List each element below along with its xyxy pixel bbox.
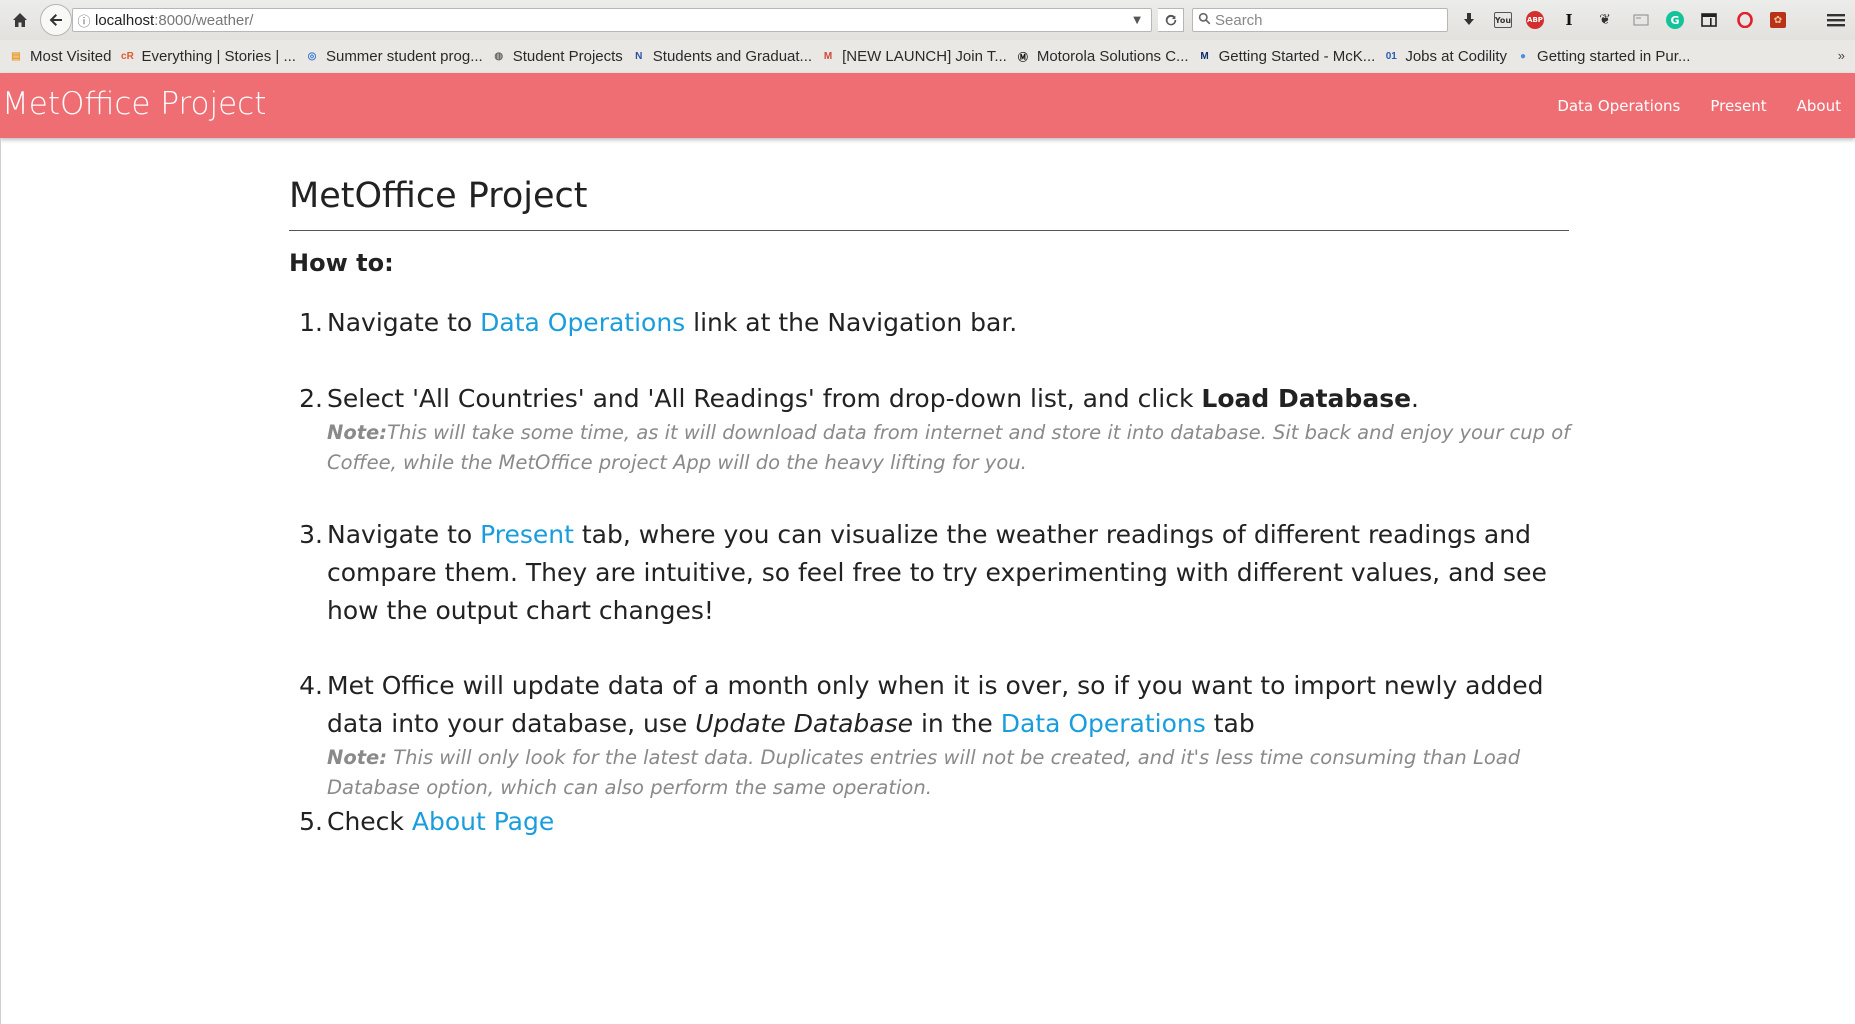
step-text: Select 'All Countries' and 'All Readings… [327, 384, 1202, 413]
data-operations-tab-link[interactable]: Data Operations [1001, 709, 1206, 738]
bookmark-item[interactable]: M Getting Started - McK... [1197, 48, 1376, 65]
bookmark-label: Summer student prog... [325, 48, 483, 65]
bookmark-item[interactable]: ◍ Student Projects [491, 48, 623, 65]
opera-icon[interactable] [1734, 9, 1756, 31]
note-label: Note: [327, 421, 388, 444]
step-text: . [1411, 384, 1419, 413]
ubuntu-extension-icon[interactable]: ✿ [1770, 12, 1786, 28]
step-number: 1. [299, 308, 323, 337]
nav-about[interactable]: About [1797, 97, 1841, 115]
step-item: 2. Select 'All Countries' and 'All Readi… [299, 380, 1577, 478]
data-operations-link[interactable]: Data Operations [480, 308, 685, 337]
step-number: 5. [299, 807, 323, 836]
app-navbar: MetOffice Project Data Operations Presen… [0, 73, 1855, 138]
howto-heading: How to: [289, 249, 394, 277]
bookmark-item[interactable]: 01 Jobs at Codility [1383, 48, 1507, 65]
bookmark-label: Student Projects [512, 48, 623, 65]
bookmark-label: Jobs at Codility [1405, 48, 1508, 65]
bookmark-item[interactable]: N Students and Graduat... [631, 48, 812, 65]
step-item: 5. Check About Page [299, 803, 1577, 841]
step-number: 3. [299, 520, 323, 549]
feed-icon: cR [121, 51, 134, 62]
search-icon [1193, 12, 1215, 28]
evernote-icon[interactable]: ❦ [1594, 9, 1616, 31]
back-arrow-icon [49, 14, 62, 26]
reader-view-icon[interactable] [1698, 9, 1720, 31]
bookmarks-bar: ▤ Most Visited cR Everything | Stories | ..… [0, 40, 1855, 74]
gmail-icon: M [823, 51, 833, 62]
n-logo-icon: N [635, 51, 643, 62]
url-host: localhost [95, 11, 155, 29]
reload-button[interactable] [1158, 8, 1184, 32]
note-text: This will only look for the latest data.… [327, 746, 1521, 799]
bookmark-label: [NEW LAUNCH] Join T... [842, 48, 1007, 65]
present-link[interactable]: Present [480, 520, 574, 549]
bookmark-label: Motorola Solutions C... [1036, 48, 1189, 65]
step-text: Navigate to [327, 520, 481, 549]
about-page-link[interactable]: About Page [412, 807, 554, 836]
load-database-label: Load Database [1201, 384, 1412, 413]
search-input[interactable]: Search [1192, 8, 1448, 32]
download-icon[interactable] [1458, 9, 1480, 31]
nav-data-operations[interactable]: Data Operations [1557, 97, 1680, 115]
bookmarks-overflow-icon[interactable]: » [1838, 48, 1845, 63]
step-note: Note: This will only look for the latest… [327, 743, 1577, 803]
step-number: 2. [299, 384, 323, 413]
bookmark-item[interactable]: ● Getting started in Pur... [1515, 48, 1690, 65]
screenshot-icon[interactable] [1630, 9, 1652, 31]
url-dropdown-icon[interactable]: ▼ [1133, 15, 1141, 26]
codility-icon: 01 [1385, 51, 1397, 62]
bookmark-item[interactable]: Ⓜ Motorola Solutions C... [1015, 48, 1189, 65]
nav-links: Data Operations Present About [1557, 73, 1855, 138]
bookmark-label: Most Visited [30, 48, 112, 65]
bookmark-label: Getting started in Pur... [1537, 48, 1691, 65]
bookmark-label: Getting Started - McK... [1218, 48, 1376, 65]
globe-icon: ◎ [307, 51, 317, 62]
home-icon[interactable] [6, 6, 34, 34]
step-number: 4. [299, 671, 323, 700]
url-bar[interactable]: ⓘ localhost:8000/weather/ ▼ [72, 8, 1152, 32]
note-label: Note: [327, 746, 388, 769]
bookmark-item[interactable]: M [NEW LAUNCH] Join T... [820, 48, 1007, 65]
bookmark-item[interactable]: ◎ Summer student prog... [304, 48, 483, 65]
youtube-icon[interactable]: You [1494, 12, 1512, 28]
mck-icon: M [1200, 51, 1209, 62]
note-text: This will take some time, as it will dow… [327, 421, 1571, 474]
window-edge [0, 138, 1, 1024]
step-item: 1. Navigate to Data Operations link at t… [299, 304, 1577, 342]
motorola-icon: Ⓜ [1017, 53, 1028, 64]
step-text: in the [913, 709, 1001, 738]
bookmark-label: Students and Graduat... [652, 48, 813, 65]
info-icon[interactable]: ⓘ [73, 11, 95, 30]
step-note: Note:This will take some time, as it wil… [327, 418, 1577, 478]
reload-icon [1165, 14, 1176, 26]
brand-link[interactable]: MetOffice Project [2, 86, 266, 122]
folder-icon: ▤ [11, 51, 21, 62]
extension-icons: You ABP I ❦ G ✿ [1458, 8, 1800, 32]
url-path: :8000/weather/ [154, 11, 254, 29]
step-item: 3. Navigate to Present tab, where you ca… [299, 516, 1577, 630]
step-text: Check [327, 807, 412, 836]
title-divider [289, 230, 1569, 231]
step-text: link at the Navigation bar. [685, 308, 1018, 337]
globe-blue-icon: ● [1520, 51, 1527, 62]
bookmark-item[interactable]: ▤ Most Visited [8, 48, 111, 65]
main-content: MetOffice Project How to: 1. Navigate to… [289, 170, 1570, 836]
step-text: Navigate to [327, 308, 481, 337]
bookmark-label: Everything | Stories | ... [141, 48, 296, 65]
page-title: MetOffice Project [289, 176, 588, 216]
step-item: 4. Met Office will update data of a mont… [299, 667, 1577, 803]
globe-gray-icon: ◍ [494, 51, 504, 62]
grammarly-icon[interactable]: G [1666, 11, 1684, 29]
nav-present[interactable]: Present [1710, 97, 1766, 115]
back-button[interactable] [40, 4, 72, 36]
search-placeholder: Search [1215, 11, 1263, 29]
adblock-icon[interactable]: ABP [1526, 11, 1544, 29]
bookmark-item[interactable]: cR Everything | Stories | ... [119, 48, 296, 65]
update-database-label: Update Database [695, 709, 914, 738]
browser-toolbar: ⓘ localhost:8000/weather/ ▼ Search You A… [0, 0, 1855, 41]
step-text: tab [1205, 709, 1255, 738]
menu-icon[interactable] [1822, 6, 1850, 34]
instapaper-icon[interactable]: I [1558, 9, 1580, 31]
